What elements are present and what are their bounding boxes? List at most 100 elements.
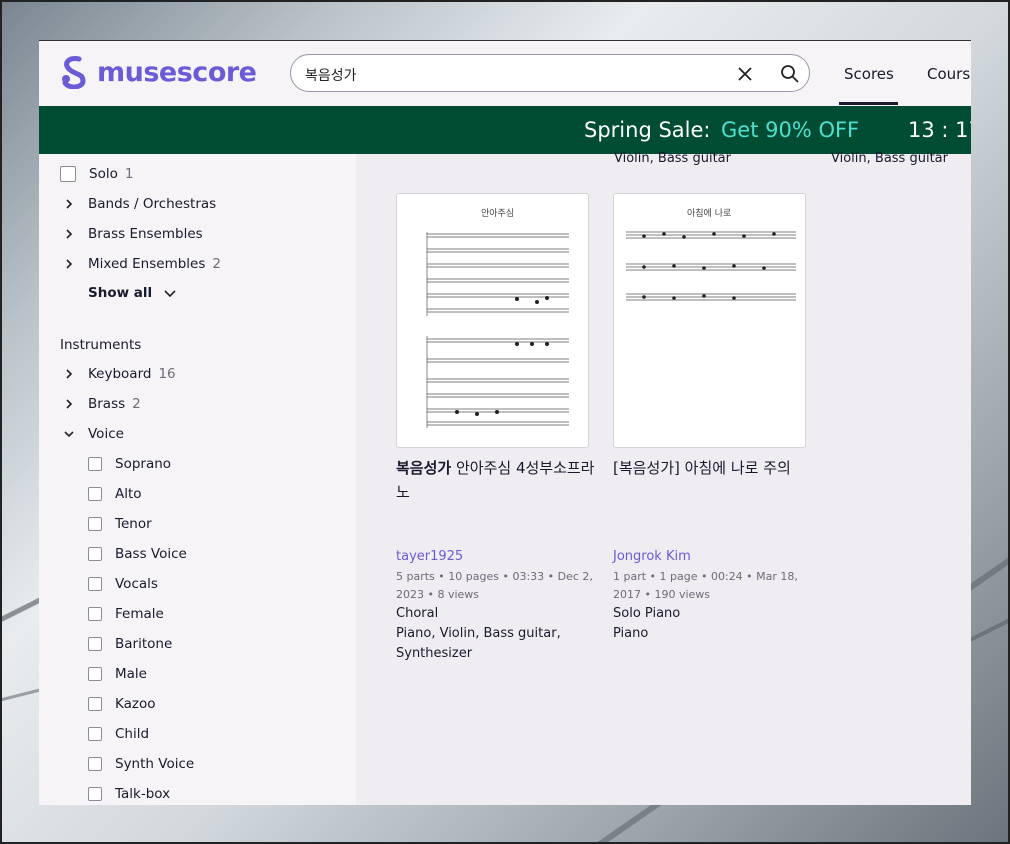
filter-voice-option[interactable]: Female <box>88 606 164 622</box>
filter-voice-option[interactable]: Child <box>88 726 149 742</box>
filter-voice-option[interactable]: Vocals <box>88 576 158 592</box>
checkbox[interactable] <box>88 607 102 621</box>
filter-voice-option[interactable]: Bass Voice <box>88 546 187 562</box>
filter-label: Synth Voice <box>115 756 195 772</box>
search-icon[interactable] <box>780 64 800 84</box>
filter-voice-option[interactable]: Male <box>88 666 147 682</box>
musescore-logo-icon <box>62 56 86 89</box>
filter-label: Female <box>115 606 164 622</box>
score-genre: Solo Piano <box>613 606 681 621</box>
prev-card-instruments: Violin, Bass guitar <box>614 151 731 166</box>
show-all-label: Show all <box>88 285 153 301</box>
logo-text: musescore <box>97 56 257 88</box>
filter-voice-option[interactable]: Baritone <box>88 636 172 652</box>
score-author[interactable]: tayer1925 <box>396 549 463 564</box>
filter-voice-option[interactable]: Alto <box>88 486 142 502</box>
filter-label: Brass Ensembles <box>88 226 203 242</box>
chevron-right-icon <box>66 369 73 379</box>
filter-label: Kazoo <box>115 696 156 712</box>
banner-offer[interactable]: Get 90% OFF <box>721 118 859 142</box>
checkbox[interactable] <box>88 517 102 531</box>
filter-label: Alto <box>115 486 142 502</box>
score-meta: 1 part • 1 page • 00:24 • Mar 18, 2017 •… <box>613 570 798 601</box>
filter-voice-option[interactable]: Soprano <box>88 456 171 472</box>
checkbox[interactable] <box>88 577 102 591</box>
filter-count: 2 <box>132 396 141 412</box>
filter-voice-option[interactable]: Kazoo <box>88 696 156 712</box>
filter-voice[interactable]: Voice <box>64 426 124 442</box>
filter-solo[interactable]: Solo 1 <box>60 166 133 182</box>
filter-count: 16 <box>158 366 176 382</box>
filter-bands-orchestras[interactable]: Bands / Orchestras <box>64 196 216 212</box>
filter-label: Tenor <box>115 516 152 532</box>
filter-label: Soprano <box>115 456 172 472</box>
chevron-down-icon <box>64 431 74 438</box>
sheet-music-icon <box>626 231 796 301</box>
banner-countdown: 13 : 17 <box>908 118 971 142</box>
nav-active-indicator <box>839 102 898 105</box>
filter-keyboard[interactable]: Keyboard 16 <box>64 366 176 382</box>
banner-label: Spring Sale: <box>584 118 711 142</box>
filter-mixed-ensembles[interactable]: Mixed Ensembles 2 <box>64 256 221 272</box>
filter-voice-option[interactable]: Talk-box <box>88 786 170 802</box>
filter-brass[interactable]: Brass 2 <box>64 396 141 412</box>
filter-label: Voice <box>88 426 124 442</box>
filter-label: Baritone <box>115 636 173 652</box>
checkbox[interactable] <box>88 637 102 651</box>
chevron-right-icon <box>66 259 73 269</box>
filter-label: Child <box>115 726 150 742</box>
filter-label: Male <box>115 666 147 682</box>
checkbox[interactable] <box>88 487 102 501</box>
nav-scores[interactable]: Scores <box>844 65 894 83</box>
score-title[interactable]: [복음성가] 아침에 나로 주의 <box>613 456 813 480</box>
sheet-music-icon <box>426 232 569 428</box>
site-header: musescore 복음성가 Scores Courses <box>39 41 971 106</box>
title-text: [복음성가] 아침에 나로 주의 <box>613 459 791 477</box>
sheet-title: 안아주심 <box>481 209 515 219</box>
filter-label: Keyboard <box>88 366 152 382</box>
chevron-right-icon <box>66 399 73 409</box>
score-instruments: Piano <box>613 626 649 641</box>
filter-label: Talk-box <box>115 786 171 802</box>
checkbox[interactable] <box>60 166 76 182</box>
clear-icon[interactable] <box>736 65 754 83</box>
search-input[interactable]: 복음성가 <box>305 65 357 85</box>
filter-sidebar: Solo 1 Bands / Orchestras Brass Ensemble… <box>39 154 356 805</box>
filter-label: Vocals <box>115 576 158 592</box>
filter-label: Brass <box>88 396 126 412</box>
checkbox[interactable] <box>88 787 102 801</box>
checkbox[interactable] <box>88 697 102 711</box>
nav-courses[interactable]: Courses <box>927 65 971 83</box>
filter-label: Mixed Ensembles <box>88 256 206 272</box>
checkbox[interactable] <box>88 757 102 771</box>
search-bar[interactable]: 복음성가 <box>290 54 810 92</box>
checkbox[interactable] <box>88 727 102 741</box>
score-author[interactable]: Jongrok Kim <box>613 549 691 564</box>
filter-voice-option[interactable]: Tenor <box>88 516 152 532</box>
checkbox[interactable] <box>88 457 102 471</box>
filter-label: Bass Voice <box>115 546 187 562</box>
chevron-right-icon <box>66 229 73 239</box>
chevron-down-icon <box>164 290 176 298</box>
score-thumbnail[interactable]: 아침에 나로 <box>613 193 806 448</box>
filter-count: 1 <box>124 166 134 182</box>
prev-card-instruments: Violin, Bass guitar <box>831 151 948 166</box>
score-genre: Choral <box>396 606 439 621</box>
score-instruments: Piano, Violin, Bass guitar, Synthesizer <box>396 626 561 661</box>
instruments-heading: Instruments <box>60 337 142 353</box>
checkbox[interactable] <box>88 667 102 681</box>
filter-brass-ensembles[interactable]: Brass Ensembles <box>64 226 203 242</box>
score-title[interactable]: 복음성가 안아주심 4성부소프라노 <box>396 456 596 504</box>
title-highlight: 복음성가 <box>396 459 452 477</box>
filter-label: Solo <box>89 166 118 182</box>
show-all-button[interactable]: Show all <box>88 285 176 301</box>
score-meta: 5 parts • 10 pages • 03:33 • Dec 2, 2023… <box>396 570 593 601</box>
results-area: Violin, Bass guitar Violin, Bass guitar … <box>356 151 971 805</box>
promo-banner[interactable]: Spring Sale: Get 90% OFF 13 : 17 <box>39 106 971 154</box>
browser-window: musescore 복음성가 Scores Courses Spring Sal… <box>39 40 971 805</box>
chevron-right-icon <box>66 199 73 209</box>
logo[interactable]: musescore <box>59 55 257 89</box>
score-thumbnail[interactable]: 안아주심 <box>396 193 589 448</box>
checkbox[interactable] <box>88 547 102 561</box>
filter-voice-option[interactable]: Synth Voice <box>88 756 194 772</box>
